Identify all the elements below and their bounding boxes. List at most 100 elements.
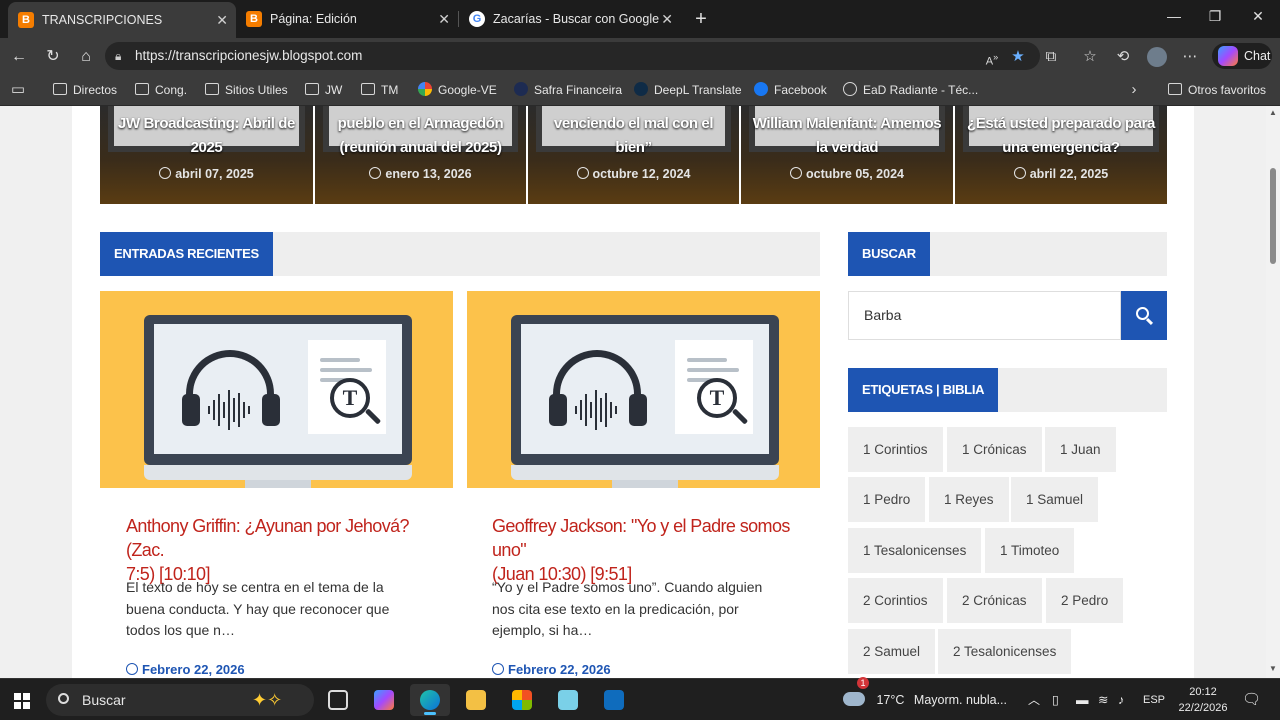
tag-link[interactable]: 1 Reyes (929, 477, 1009, 522)
wifi-icon[interactable]: ≋ (1098, 679, 1108, 720)
tag-link[interactable]: 1 Juan (1045, 427, 1116, 472)
microsoft-store-icon[interactable] (502, 684, 542, 716)
favorite-deepl[interactable]: DeepL Translate (634, 82, 742, 100)
file-explorer-icon[interactable] (456, 684, 496, 716)
slider-post[interactable]: William Malenfant: Amemos la verdad octub… (741, 106, 953, 204)
other-favorites[interactable]: Otros favoritos (1168, 82, 1266, 100)
tag-link[interactable]: 1 Samuel (1011, 477, 1099, 522)
scroll-up-icon[interactable]: ▲ (1268, 108, 1278, 118)
favorite-google-ve[interactable]: Google-VE (418, 82, 497, 100)
extensions-icon[interactable]: ⧉ (1041, 47, 1061, 67)
tab-transcripciones[interactable]: B TRANSCRIPCIONES ✕ (8, 2, 236, 38)
favorite-label: Cong. (155, 83, 188, 97)
favorite-directos[interactable]: Directos (53, 82, 117, 100)
back-arrow-icon[interactable]: ← (8, 46, 30, 68)
post-date[interactable]: Febrero 22, 2026 (126, 662, 245, 677)
tag-link[interactable]: 2 Samuel (848, 629, 936, 674)
page-background-right (1194, 106, 1266, 678)
chevron-right-icon[interactable]: › (1124, 80, 1144, 100)
avatar[interactable] (1147, 47, 1167, 67)
post-excerpt: El texto de hoy se centra en el tema de … (126, 577, 436, 642)
notepad-app-icon[interactable] (548, 684, 588, 716)
post-thumbnail[interactable]: T (467, 291, 820, 488)
copilot-app-icon[interactable] (364, 684, 404, 716)
excerpt-line: ejemplo, si ha… (492, 622, 593, 638)
favorite-tm[interactable]: TM (361, 82, 398, 100)
tag-link[interactable]: 1 Timoteo (985, 528, 1075, 573)
copilot-chat-button[interactable]: Chat (1212, 43, 1272, 69)
favorite-jw[interactable]: JW (305, 82, 342, 100)
minimize-icon[interactable]: — (1164, 8, 1184, 24)
url-field[interactable]: 🔒︎ https://transcripcionesjw.blogspot.co… (105, 42, 1040, 70)
windows-start-icon[interactable] (14, 693, 30, 709)
recent-posts-header: ENTRADAS RECIENTES (100, 232, 820, 276)
reload-icon[interactable]: ↻ (42, 46, 64, 68)
tab-actions-icon[interactable]: ▭ (8, 80, 28, 100)
tag-link[interactable]: 2 Corintios (848, 578, 943, 623)
wave-bar (575, 406, 577, 414)
tray-app-icon[interactable]: ▬ (1076, 679, 1089, 720)
lock-icon: 🔒︎ (115, 49, 122, 63)
home-icon[interactable]: ⌂ (75, 46, 97, 68)
doc-line (687, 358, 727, 362)
tag-link[interactable]: 1 Pedro (848, 477, 926, 522)
folder-glyph (466, 690, 486, 710)
close-icon[interactable]: ✕ (438, 11, 450, 28)
search-input[interactable]: Barba (848, 291, 1121, 340)
favorite-facebook[interactable]: Facebook (754, 82, 827, 100)
post-title-link[interactable]: Geoffrey Jackson: "Yo y el Padre somos u… (492, 514, 812, 586)
favorites-icon[interactable]: ☆ (1080, 47, 1100, 67)
new-tab-plus-icon[interactable]: + (690, 6, 712, 32)
slider-post[interactable]: pueblo en el Armagedón (reunión anual del… (315, 106, 526, 204)
search-button[interactable] (1121, 291, 1167, 340)
tag-link[interactable]: 1 Tesalonicenses (848, 528, 982, 573)
taskbar-search-box[interactable]: Buscar ✦✧ (46, 684, 314, 716)
scroll-down-icon[interactable]: ▼ (1268, 664, 1278, 674)
slide-title[interactable]: venciendo el mal con el bien” (528, 112, 739, 160)
volume-icon[interactable]: ♪ (1118, 679, 1124, 720)
post-title-link[interactable]: Anthony Griffin: ¿Ayunan por Jehová? (Za… (126, 514, 436, 586)
restore-icon[interactable]: ❐ (1205, 8, 1225, 25)
slide-title[interactable]: ¿Está usted preparado para una emergencia… (955, 112, 1167, 160)
tab-edicion[interactable]: B Página: Edición ✕ (236, 4, 458, 34)
slide-title[interactable]: JW Broadcasting: Abril de 2025 (100, 112, 313, 160)
slider-post[interactable]: JW Broadcasting: Abril de 2025 abril 07, … (100, 106, 313, 204)
scrollbar-thumb[interactable] (1270, 168, 1276, 264)
history-icon[interactable]: ⟲ (1113, 47, 1133, 67)
favorite-sitios-utiles[interactable]: Sitios Utiles (205, 82, 288, 100)
clock[interactable]: 20:12 22/2/2026 (1172, 684, 1234, 716)
chevron-up-icon[interactable]: ︿ (1028, 679, 1040, 720)
slider-post[interactable]: venciendo el mal con el bien” octubre 12,… (528, 106, 739, 204)
close-window-icon[interactable]: ✕ (1248, 8, 1268, 25)
edge-app-icon[interactable] (410, 684, 450, 716)
page-scrollbar[interactable]: ▲ ▼ (1266, 106, 1280, 678)
outlook-app-icon[interactable] (594, 684, 634, 716)
notifications-icon[interactable]: 🗨︎ (1242, 679, 1261, 720)
weather-widget[interactable]: 1 17°C Mayorm. nubla... (843, 677, 1013, 720)
post-thumbnail[interactable]: T (100, 291, 453, 488)
language-indicator[interactable]: ESP (1143, 679, 1165, 720)
favorite-ead-radiante[interactable]: EaD Radiante - Téc... (843, 82, 978, 100)
more-menu-icon[interactable]: ⋯ (1180, 47, 1200, 67)
slide-title[interactable]: pueblo en el Armagedón (reunión anual del… (315, 112, 526, 160)
tag-link[interactable]: 1 Corintios (848, 427, 943, 472)
tray-app-icon[interactable]: ▯ (1052, 679, 1059, 720)
favorite-safra[interactable]: Safra Financeira (514, 82, 622, 100)
favorite-cong[interactable]: Cong. (135, 82, 187, 100)
tag-link[interactable]: 2 Tesalonicenses (938, 629, 1072, 674)
star-filled-icon[interactable]: ★ (1008, 47, 1028, 67)
monitor-stand (245, 480, 311, 488)
clock-icon (576, 167, 589, 179)
close-icon[interactable]: ✕ (661, 11, 673, 28)
favorite-label: Otros favoritos (1188, 83, 1267, 97)
read-aloud-icon[interactable]: A» (982, 47, 1002, 68)
task-view-icon[interactable] (318, 684, 358, 716)
post-date[interactable]: Febrero 22, 2026 (492, 662, 611, 677)
slide-title[interactable]: William Malenfant: Amemos la verdad (741, 112, 953, 160)
tab-google-search[interactable]: G Zacarías - Buscar con Google ✕ (459, 4, 681, 34)
slider-post[interactable]: ¿Está usted preparado para una emergencia… (955, 106, 1167, 204)
tag-link[interactable]: 2 Pedro (1046, 578, 1124, 623)
close-icon[interactable]: ✕ (216, 12, 228, 29)
tag-link[interactable]: 1 Crónicas (947, 427, 1042, 472)
tag-link[interactable]: 2 Crónicas (947, 578, 1042, 623)
